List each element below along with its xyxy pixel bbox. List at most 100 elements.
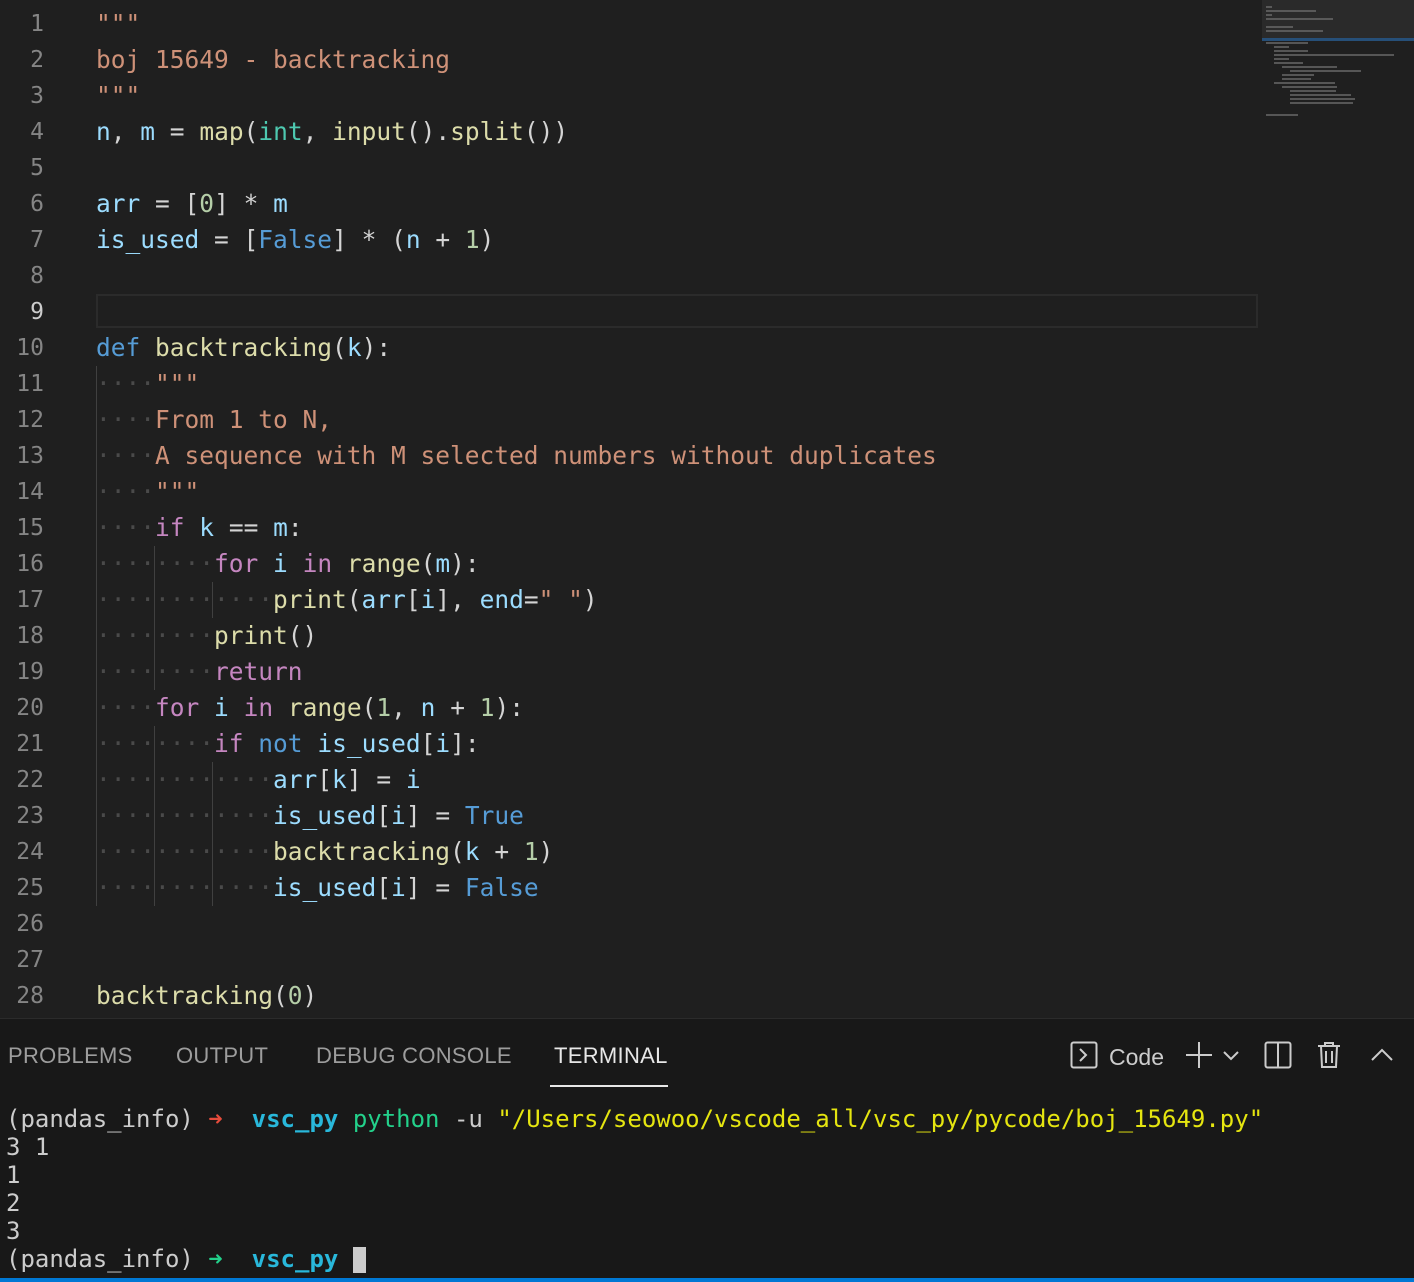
line-number: 16: [16, 551, 44, 577]
code-line: arr = [0] * m: [96, 186, 288, 222]
prompt-directory: vsc_py: [251, 1105, 339, 1133]
line-number: 6: [30, 191, 44, 217]
code-token: [: [376, 801, 392, 830]
indent-whitespace: ············: [96, 801, 274, 830]
code-token: ,: [110, 117, 141, 146]
kill-terminal-button[interactable]: [1316, 1039, 1342, 1075]
minimap[interactable]: [1262, 0, 1414, 1018]
minimap-line: [1266, 18, 1334, 20]
terminal-name: Code: [1109, 1043, 1164, 1070]
terminal-output[interactable]: (pandas_info) ➜ vsc_py python -u "/Users…: [6, 1105, 1414, 1273]
minimap-line: [1266, 10, 1317, 12]
terminal-dropdown-button[interactable]: [1222, 1039, 1240, 1075]
terminal-current-prompt[interactable]: (pandas_info) ➜ vsc_py: [6, 1245, 1414, 1273]
tab-terminal[interactable]: TERMINAL: [554, 1043, 668, 1069]
terminal-selector-button[interactable]: Code: [1070, 1039, 1164, 1075]
code-token: ):: [361, 333, 392, 362]
tab-output[interactable]: OUTPUT: [176, 1043, 268, 1069]
code-token: arr: [96, 189, 141, 218]
indent-whitespace: ····: [96, 693, 156, 722]
terminal-path: "/Users/seowoo/vscode_all/vsc_py/pycode/…: [497, 1105, 1264, 1133]
code-token: backtracking: [96, 981, 274, 1010]
minimap-line: [1266, 42, 1308, 44]
code-token: k: [346, 333, 362, 362]
code-token: :: [287, 513, 303, 542]
code-token: i: [273, 549, 288, 578]
code-token: (): [287, 621, 318, 650]
trash-icon: [1316, 1041, 1342, 1073]
code-line: backtracking(0): [96, 978, 317, 1014]
minimap-line: [1266, 26, 1294, 28]
minimap-line: [1282, 66, 1337, 68]
code-token: m: [435, 549, 451, 578]
bottom-panel: PROBLEMS OUTPUT DEBUG CONSOLE TERMINAL C…: [0, 1018, 1414, 1282]
code-line: ····for i in range(1, n + 1):: [96, 690, 524, 726]
code-token: (: [273, 981, 288, 1010]
prompt-arrow-icon: ➜: [208, 1245, 223, 1273]
line-number: 20: [16, 695, 44, 721]
prompt-directory: vsc_py: [251, 1245, 339, 1273]
tab-problems[interactable]: PROBLEMS: [8, 1043, 133, 1069]
code-token: (: [450, 837, 465, 866]
code-token: (: [391, 225, 406, 254]
code-token: [: [420, 729, 436, 758]
code-token: map: [199, 117, 244, 146]
line-number: 2: [30, 47, 44, 73]
code-token: =: [199, 225, 244, 254]
code-editor[interactable]: 1 2 3 4 5 6 7 8 9 10 11 12 13 14 15 16 17 18 19 20 21 22 23 24 2…: [0, 0, 1414, 1018]
code-token: [: [405, 585, 421, 614]
split-terminal-icon: [1264, 1041, 1292, 1073]
terminal-cursor: [352, 1247, 366, 1273]
minimap-current-line: [1262, 38, 1414, 41]
code-token: print: [273, 585, 347, 614]
indent-whitespace: ············: [96, 765, 274, 794]
new-terminal-button[interactable]: [1184, 1039, 1214, 1075]
code-line: ····A sequence with M selected numbers w…: [96, 438, 937, 474]
code-token: n: [420, 693, 436, 722]
code-token: ):: [450, 549, 480, 578]
indent-whitespace: ········: [96, 657, 215, 686]
minimap-line: [1274, 54, 1394, 56]
code-line: ····""": [96, 474, 199, 510]
indent-whitespace: ····: [96, 441, 156, 470]
code-token: for: [214, 549, 259, 578]
line-number: 7: [30, 227, 44, 253]
minimap-slider[interactable]: [1262, 0, 1414, 40]
code-token: False: [464, 873, 539, 902]
minimap-line: [1290, 90, 1337, 92]
code-token: ==: [214, 513, 274, 542]
code-token: """: [96, 9, 141, 38]
code-token: ]: [405, 801, 421, 830]
line-number: 18: [16, 623, 44, 649]
code-token: n: [96, 117, 111, 146]
code-token: [: [243, 225, 259, 254]
indent-whitespace: ············: [96, 837, 274, 866]
code-token: " ": [538, 585, 583, 614]
code-token: ]: [405, 873, 421, 902]
split-terminal-button[interactable]: [1264, 1039, 1292, 1075]
maximize-panel-button[interactable]: [1370, 1039, 1394, 1075]
code-token: ().: [405, 117, 451, 146]
code-line: ········return: [96, 654, 303, 690]
code-token: [: [184, 189, 200, 218]
terminal-prompt-line: (pandas_info) ➜ vsc_py python -u "/Users…: [6, 1105, 1414, 1133]
code-token: ): [582, 585, 598, 614]
terminal-output-line: 3: [6, 1217, 21, 1245]
code-line: def backtracking(k):: [96, 330, 391, 366]
code-token: ,: [302, 117, 333, 146]
tab-debug-console[interactable]: DEBUG CONSOLE: [316, 1043, 512, 1069]
code-token: =: [420, 801, 465, 830]
code-token: *: [346, 225, 392, 254]
code-token: is_used: [96, 225, 200, 254]
chevron-down-icon: [1222, 1046, 1240, 1068]
line-number: 10: [16, 335, 44, 361]
line-number: 19: [16, 659, 44, 685]
code-line: ········print(): [96, 618, 317, 654]
code-token: range: [287, 693, 362, 722]
